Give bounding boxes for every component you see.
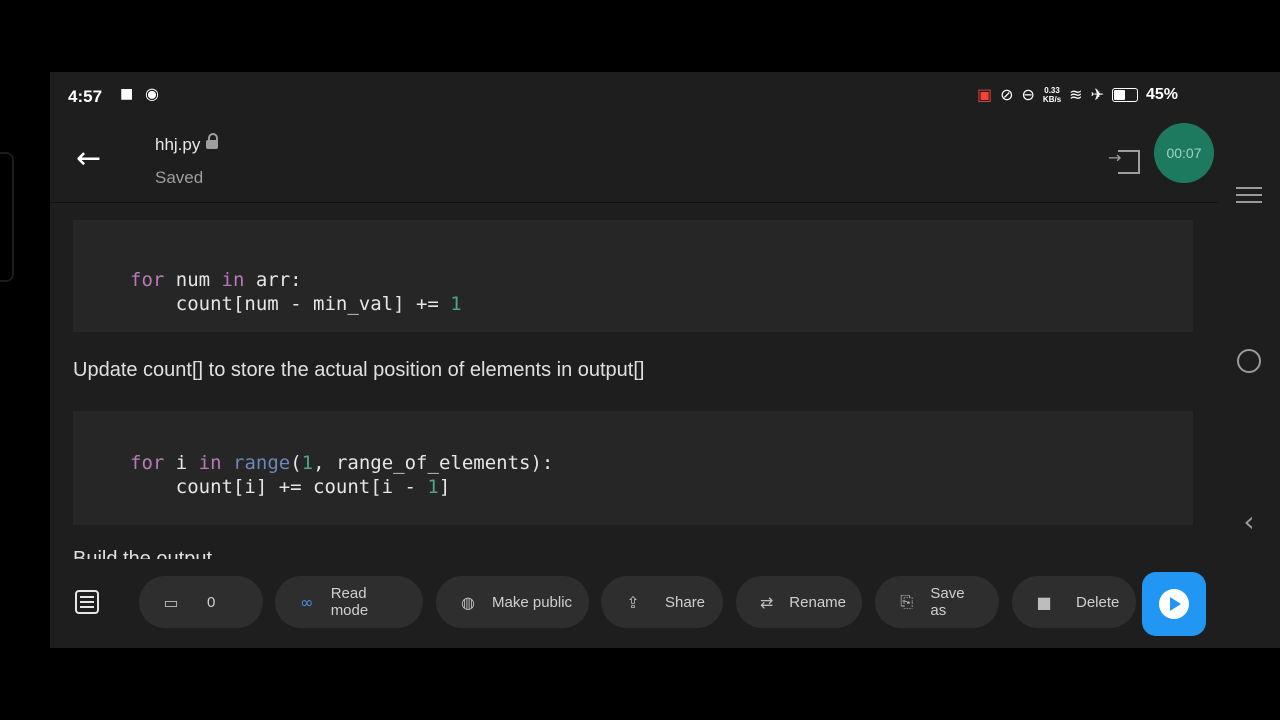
system-nav-bar: ‹ [1218, 72, 1280, 648]
code-line: for i in range(1, range_of_elements): [130, 452, 554, 474]
back-arrow-icon[interactable]: ← [76, 144, 101, 174]
status-time: 4:57 [68, 87, 103, 106]
net-speed-value: 0.33 [1044, 85, 1060, 95]
code-line: for num in arr: [130, 269, 302, 291]
home-icon[interactable] [1237, 349, 1261, 373]
trash-icon: ■ [1036, 592, 1052, 612]
run-button[interactable] [1142, 572, 1206, 636]
rename-label: Rename [789, 593, 846, 611]
exit-icon[interactable] [1108, 148, 1140, 174]
net-speed-unit: KB/s [1042, 94, 1062, 104]
phone-screen: 4:57 ■ ◉ ▣ ⊘ ⊖ 0.33 KB/s ≋ ✈ 45% ← hhj.p… [50, 72, 1280, 648]
battery-fill [1113, 89, 1125, 100]
bottom-toolbar: ▭ 0 ∞ Read mode ◍ Make public ⇪ Share ⇄ … [50, 559, 1218, 648]
upload-icon: ⇪ [626, 592, 640, 612]
text-paragraph-partial: Build the output [73, 548, 212, 559]
notebook-content[interactable]: for num in arr: count[num - min_val] += … [50, 203, 1218, 559]
comments-button[interactable]: ▭ 0 [139, 576, 263, 628]
device-edge [0, 152, 14, 282]
menu-icon[interactable] [1236, 182, 1262, 208]
code-line: count[num - min_val] += 1 [130, 293, 462, 315]
comments-count: 0 [207, 593, 216, 611]
airplane-icon: ✈ [1090, 85, 1104, 104]
nav-back-icon[interactable]: ‹ [1243, 508, 1254, 536]
share-button[interactable]: ⇪ Share [601, 576, 723, 628]
wifi-icon: ≋ [1069, 85, 1083, 104]
lock-icon [206, 133, 219, 149]
code-line: count[i] += count[i - 1] [130, 476, 451, 498]
comment-icon: ▭ [163, 592, 179, 612]
swap-icon: ⇄ [759, 592, 774, 612]
read-mode-label: Read mode [330, 585, 369, 619]
file-name[interactable]: hhj.py [155, 133, 219, 155]
dnd-icon: ⊖ [1021, 85, 1035, 104]
share-label: Share [665, 593, 706, 611]
file-name-text: hhj.py [155, 135, 201, 154]
infinity-icon: ∞ [300, 592, 314, 612]
battery-icon [1111, 87, 1138, 102]
rename-button[interactable]: ⇄ Rename [736, 576, 862, 628]
code-block[interactable]: for num in arr: count[num - min_val] += … [73, 220, 1193, 332]
video-icon: ■ [120, 86, 134, 102]
chat-bubble-icon: ◉ [145, 84, 159, 103]
save-as-icon: ⎘ [900, 592, 914, 611]
text-paragraph: Update count[] to store the actual posit… [73, 359, 645, 381]
globe-icon: ◍ [461, 592, 475, 612]
save-status: Saved [155, 168, 204, 187]
editor-header: ← hhj.py Saved 00:07 [50, 120, 1218, 203]
list-icon[interactable] [75, 590, 99, 614]
save-as-label: Save as [930, 585, 965, 619]
net-speed: 0.33 KB/s [1043, 86, 1061, 104]
code-block[interactable]: for i in range(1, range_of_elements): co… [73, 411, 1193, 525]
make-public-label: Make public [492, 593, 573, 611]
play-icon [1159, 589, 1189, 619]
make-public-button[interactable]: ◍ Make public [436, 576, 589, 628]
status-bar: 4:57 ■ ◉ ▣ ⊘ ⊖ 0.33 KB/s ≋ ✈ 45% [50, 72, 1218, 120]
recording-timer[interactable]: 00:07 [1154, 123, 1214, 183]
cast-icon: ▣ [976, 85, 993, 104]
read-mode-button[interactable]: ∞ Read mode [275, 576, 423, 628]
mute-icon: ⊘ [1000, 85, 1014, 104]
delete-label: Delete [1076, 593, 1120, 611]
save-as-button[interactable]: ⎘ Save as [875, 576, 999, 628]
delete-button[interactable]: ■ Delete [1012, 576, 1136, 628]
battery-percent: 45% [1145, 85, 1178, 103]
status-icons: ▣ ⊘ ⊖ 0.33 KB/s ≋ ✈ 45% [977, 85, 1178, 104]
